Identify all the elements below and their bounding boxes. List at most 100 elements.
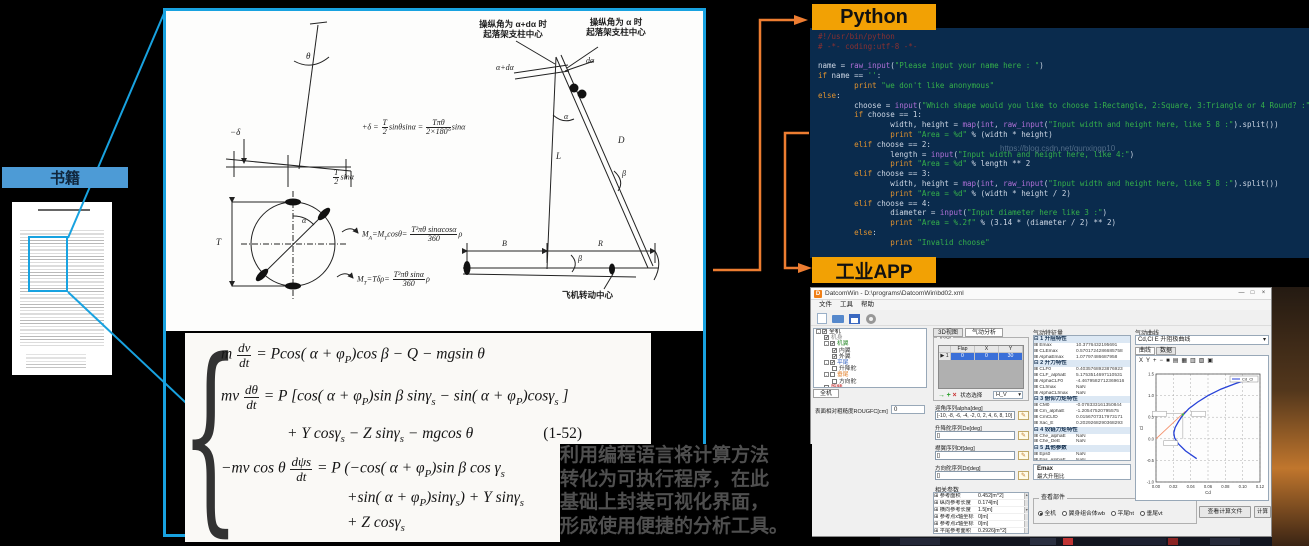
chart-tool-icon[interactable]: ▤ xyxy=(1173,357,1179,364)
tree-expander-icon[interactable]: - xyxy=(824,372,829,377)
formula-text: −mv cos θ xyxy=(221,460,289,477)
tree-checkbox[interactable] xyxy=(830,372,835,377)
tree-checkbox[interactable] xyxy=(832,379,837,384)
fraction: T2 xyxy=(382,119,388,137)
aero-section-header[interactable]: ⊟ 5 其他参数 xyxy=(1034,445,1130,452)
sequence-input[interactable]: [-10, -8, -6, -4, -2, 0, 2, 4, 6, 8, 10] xyxy=(935,411,1015,420)
status-table-row[interactable]: ▶ 10030 xyxy=(939,353,1023,360)
chart-tool-icon[interactable]: ▥ xyxy=(1190,357,1196,364)
chart-tool-icon[interactable]: ■ xyxy=(1166,358,1170,364)
param-row[interactable]: ⊞ 参考点x轴坐标0[m] xyxy=(934,514,1028,521)
aero-item-row[interactable]: ⊞ AlphaEmax1.07797486687958 xyxy=(1034,355,1130,361)
maximize-button[interactable]: □ xyxy=(1247,289,1258,298)
tree-tab-aircraft[interactable]: 全机 xyxy=(813,389,839,398)
component-radio[interactable]: 全机 xyxy=(1038,511,1056,517)
tree-expander-icon[interactable]: - xyxy=(816,329,821,334)
param-row[interactable]: ⊞ 平尾参考面积0.2926[m^2] xyxy=(934,528,1028,534)
tree-checkbox[interactable] xyxy=(824,385,829,388)
tree-expander-icon[interactable]: - xyxy=(824,360,829,365)
book-label-text: 书籍 xyxy=(50,167,80,188)
sequence-input[interactable]: [] xyxy=(935,451,1015,460)
save-icon[interactable] xyxy=(849,314,860,324)
radio-icon xyxy=(1062,511,1067,516)
sequence-input[interactable]: [] xyxy=(935,431,1015,440)
aero-section-header[interactable]: ⊟ 3 俯仰力矩特性 xyxy=(1034,396,1130,403)
tree-checkbox[interactable]: ✔ xyxy=(832,354,837,359)
aero-item-row[interactable]: ⊞ AlphaCLfmaxNaN xyxy=(1034,391,1130,397)
aero-item-name: ⊞ CM0 xyxy=(1034,403,1049,408)
open-folder-icon[interactable] xyxy=(832,315,844,323)
code-line: else: xyxy=(818,228,1307,238)
menu-item[interactable]: 文件 xyxy=(819,300,832,310)
chart-tool-icon[interactable]: Y xyxy=(1146,358,1150,364)
edit-pencil-icon[interactable]: ✎ xyxy=(1018,411,1029,420)
fraction: dθdt xyxy=(244,383,259,411)
add-state-icon[interactable]: + xyxy=(947,392,951,399)
param-row[interactable]: ⊞ 参考面积0.452[m^2] xyxy=(934,493,1028,500)
code-line: # -*- coding:utf-8 -*- xyxy=(818,42,1307,52)
edit-pencil-icon[interactable]: ✎ xyxy=(1018,471,1029,480)
tree-checkbox[interactable]: ✔ xyxy=(830,360,835,365)
view-calc-file-button[interactable]: 查看计算文件 xyxy=(1199,506,1251,518)
tree-checkbox[interactable] xyxy=(832,366,837,371)
edit-pencil-icon[interactable]: ✎ xyxy=(1018,431,1029,440)
component-radio[interactable]: 垂尾vt xyxy=(1140,511,1163,517)
code-line: elif choose == 4: xyxy=(818,199,1307,209)
param-name: ⊞ 纵向参考长度 xyxy=(934,500,971,506)
component-radio[interactable]: 翼身组合体wb xyxy=(1062,511,1105,517)
tree-checkbox[interactable]: ✔ xyxy=(822,329,827,334)
run-arrow-icon[interactable]: → xyxy=(938,392,945,399)
menu-item[interactable]: 帮助 xyxy=(861,300,874,310)
view-tab-aero[interactable]: 气动分析 xyxy=(965,328,1003,337)
aero-section-header[interactable]: ⊟ 4 铰链力矩特性 xyxy=(1034,427,1130,434)
tree-checkbox[interactable]: ✔ xyxy=(824,335,829,340)
code-token: "Which shape would you like to choose 1:… xyxy=(922,101,1309,110)
formula-text: = Pcos( α + φ xyxy=(252,346,344,363)
tree-checkbox[interactable]: ✔ xyxy=(832,348,837,353)
numerator: dψs xyxy=(290,455,312,470)
param-row[interactable]: ⊞ 横向参考长度1.5[m] xyxy=(934,507,1028,514)
delete-state-icon[interactable]: × xyxy=(952,392,956,399)
code-line: print "Invalid choose" xyxy=(818,238,1307,248)
chart-tool-icon[interactable]: ▨ xyxy=(1199,357,1205,364)
menu-item[interactable]: 工具 xyxy=(840,300,853,310)
aero-section-header[interactable]: ⊟ 1 升阻特性 xyxy=(1034,336,1130,343)
sequence-input[interactable]: [] xyxy=(935,471,1015,480)
param-row[interactable]: ⊞ 纵向参考长度0.174[m] xyxy=(934,500,1028,507)
aero-item-row[interactable]: ⊞ Xac_E0.2029268290368293 xyxy=(1034,421,1130,427)
calculate-button[interactable]: 计算 xyxy=(1254,506,1271,518)
roughness-input[interactable]: 0 xyxy=(891,405,925,414)
status-table[interactable]: FlapXY▶ 10030 xyxy=(938,345,1024,389)
curve-tab-data[interactable]: 数据 xyxy=(1156,347,1176,355)
aero-item-name: ⊞ Cm_alphaE xyxy=(1034,409,1064,414)
state-mode-dropdown[interactable]: H_V ▾ xyxy=(993,391,1023,399)
tree-item[interactable]: 腹鳍 xyxy=(814,385,926,388)
view-tab-3d[interactable]: 3D视图 xyxy=(933,328,963,337)
chart-tool-icon[interactable]: − xyxy=(1160,358,1164,364)
component-radio[interactable]: 平尾ht xyxy=(1111,511,1134,517)
chart-tool-icon[interactable]: ▣ xyxy=(1207,357,1213,364)
param-name: ⊞ 横向参考长度 xyxy=(934,507,971,513)
equation-line: +sin( α + φP)sinγs) + Y sinγs xyxy=(347,489,524,509)
code-token: choose == 2: xyxy=(872,140,931,149)
minimize-button[interactable]: — xyxy=(1236,289,1247,298)
new-file-icon[interactable] xyxy=(817,313,827,324)
curve-tab-curve[interactable]: 曲线 xyxy=(1135,347,1155,355)
chart-tool-icon[interactable]: + xyxy=(1153,358,1157,364)
tree-checkbox[interactable]: ✔ xyxy=(830,341,835,346)
settings-gear-icon[interactable] xyxy=(866,314,876,324)
aero-item-row[interactable]: ⊞ Che_DeENaN xyxy=(1034,439,1130,445)
tree-expander-icon[interactable]: - xyxy=(824,341,829,346)
chart-tool-icon[interactable]: ▦ xyxy=(1181,357,1187,364)
edit-pencil-icon[interactable]: ✎ xyxy=(1018,451,1029,460)
close-button[interactable]: × xyxy=(1258,289,1269,298)
python-label-text: Python xyxy=(840,6,908,29)
code-token: : xyxy=(836,91,841,100)
code-token: if xyxy=(854,110,863,119)
chart-tool-icon[interactable]: X xyxy=(1139,358,1143,364)
param-row[interactable]: ⊞ 参考点z轴坐标0[m] xyxy=(934,521,1028,528)
curve-type-dropdown[interactable]: Cd,Cl E 升阻极曲线 ▾ xyxy=(1135,335,1269,345)
aero-section-header[interactable]: ⊟ 2 升力特性 xyxy=(1034,360,1130,367)
aero-item-row[interactable]: ⊞ Eps_AlphaENaN xyxy=(1034,458,1130,461)
aero-item-name: ⊞ AlphaEmax xyxy=(1034,355,1064,360)
